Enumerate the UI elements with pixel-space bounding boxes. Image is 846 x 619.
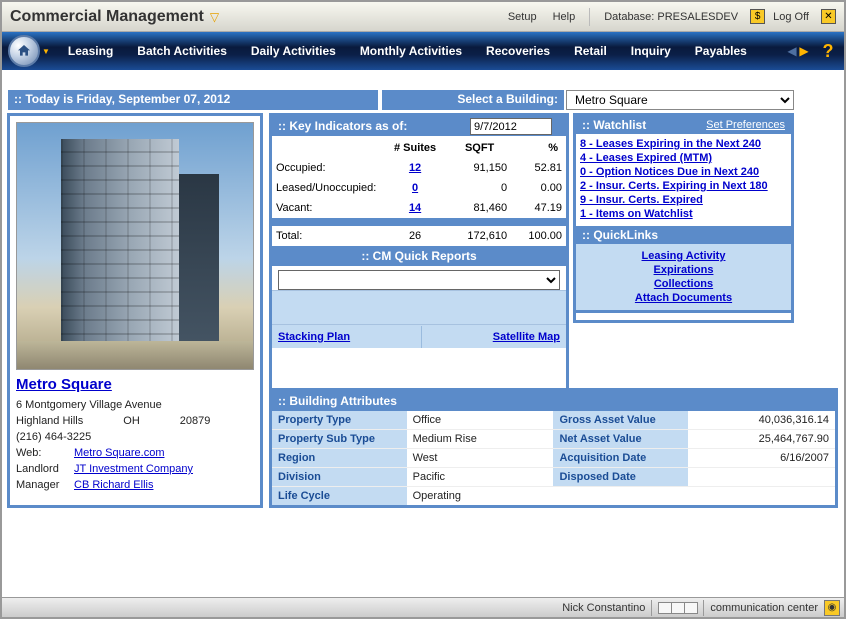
web-link[interactable]: Metro Square.com bbox=[74, 445, 164, 461]
manager-label: Manager bbox=[16, 477, 74, 493]
main-menubar: ▼ Leasing Batch Activities Daily Activit… bbox=[2, 32, 844, 70]
stacking-plan-link[interactable]: Stacking Plan bbox=[278, 331, 350, 343]
ki-title: :: Key Indicators as of: bbox=[278, 119, 407, 133]
ql-leasing-activity[interactable]: Leasing Activity bbox=[642, 250, 726, 262]
landlord-link[interactable]: JT Investment Company bbox=[74, 461, 193, 477]
building-select[interactable]: Metro Square bbox=[566, 90, 794, 110]
menu-monthly-activities[interactable]: Monthly Activities bbox=[360, 44, 462, 58]
occupied-suites-link[interactable]: 12 bbox=[409, 162, 421, 174]
quicklinks-title: :: QuickLinks bbox=[576, 226, 791, 244]
watch-item-4[interactable]: 9 - Insur. Certs. Expired bbox=[580, 194, 703, 206]
close-icon[interactable]: ✕ bbox=[821, 9, 836, 24]
ki-row-occupied: Occupied: 12 91,150 52.81 bbox=[272, 158, 566, 178]
setup-link[interactable]: Setup bbox=[508, 11, 537, 23]
watch-item-2[interactable]: 0 - Option Notices Due in Next 240 bbox=[580, 166, 759, 178]
menu-batch-activities[interactable]: Batch Activities bbox=[137, 44, 227, 58]
address-city: Highland Hills bbox=[16, 413, 83, 429]
watch-item-1[interactable]: 4 - Leases Expired (MTM) bbox=[580, 152, 712, 164]
ql-collections[interactable]: Collections bbox=[654, 278, 713, 290]
col-pct: % bbox=[511, 136, 566, 158]
building-summary-panel: Metro Square 6 Montgomery Village Avenue… bbox=[7, 113, 263, 508]
logoff-link[interactable]: Log Off bbox=[773, 11, 809, 23]
app-header: Commercial Management ▽ Setup Help Datab… bbox=[2, 2, 844, 32]
home-dropdown-icon[interactable]: ▼ bbox=[42, 47, 50, 56]
menu-leasing[interactable]: Leasing bbox=[68, 44, 113, 58]
menu-recoveries[interactable]: Recoveries bbox=[486, 44, 550, 58]
menu-scroll-arrows: ◀ ▶ bbox=[786, 41, 810, 61]
building-name-link[interactable]: Metro Square bbox=[16, 376, 112, 393]
landlord-label: Landlord bbox=[16, 461, 74, 477]
app-title: Commercial Management bbox=[10, 8, 204, 26]
col-sqft: SQFT bbox=[448, 136, 511, 158]
watchlist-title: :: Watchlist bbox=[582, 118, 646, 132]
phone: (216) 464-3225 bbox=[16, 429, 254, 445]
help-icon[interactable]: ? bbox=[818, 41, 838, 61]
key-indicators-panel: :: Key Indicators as of: # Suites SQFT %… bbox=[269, 113, 569, 415]
status-user: Nick Constantino bbox=[562, 602, 645, 614]
app-title-dropdown-icon[interactable]: ▽ bbox=[210, 10, 219, 24]
status-indicator-boxes bbox=[658, 602, 697, 614]
home-button[interactable] bbox=[8, 35, 40, 67]
arrow-left-icon[interactable]: ◀ bbox=[786, 41, 798, 61]
col-suites: # Suites bbox=[382, 136, 448, 158]
watch-item-3[interactable]: 2 - Insur. Certs. Expiring in Next 180 bbox=[580, 180, 768, 192]
cm-reports-select[interactable] bbox=[278, 270, 560, 290]
leased-suites-link[interactable]: 0 bbox=[412, 182, 418, 194]
cm-reports-title: :: CM Quick Reports bbox=[272, 246, 566, 266]
ql-expirations[interactable]: Expirations bbox=[654, 264, 714, 276]
database-switch-icon[interactable]: $ bbox=[750, 9, 765, 24]
database-label: Database: PRESALESDEV bbox=[604, 11, 738, 23]
help-link[interactable]: Help bbox=[553, 11, 576, 23]
ki-row-total: Total: 26 172,610 100.00 bbox=[272, 226, 566, 246]
watch-item-0[interactable]: 8 - Leases Expiring in the Next 240 bbox=[580, 138, 761, 150]
ki-date-input[interactable] bbox=[470, 118, 552, 135]
manager-link[interactable]: CB Richard Ellis bbox=[74, 477, 153, 493]
arrow-right-icon[interactable]: ▶ bbox=[798, 41, 810, 61]
today-banner: :: Today is Friday, September 07, 2012 bbox=[8, 90, 378, 110]
menu-payables[interactable]: Payables bbox=[695, 44, 747, 58]
address-state: OH bbox=[123, 413, 140, 429]
satellite-map-link[interactable]: Satellite Map bbox=[493, 331, 560, 343]
address-zip: 20879 bbox=[180, 413, 211, 429]
status-bar: Nick Constantino communication center ◉ bbox=[2, 597, 844, 617]
watchlist-panel: :: Watchlist Set Preferences 8 - Leases … bbox=[573, 113, 794, 323]
content-area: :: Today is Friday, September 07, 2012 S… bbox=[8, 72, 838, 595]
set-preferences-link[interactable]: Set Preferences bbox=[706, 119, 785, 131]
building-image bbox=[16, 122, 254, 370]
web-label: Web: bbox=[16, 445, 74, 461]
ki-row-leased: Leased/Unoccupied: 0 0 0.00 bbox=[272, 178, 566, 198]
menu-inquiry[interactable]: Inquiry bbox=[631, 44, 671, 58]
watch-item-5[interactable]: 1 - Items on Watchlist bbox=[580, 208, 693, 220]
home-icon bbox=[16, 43, 32, 59]
ql-attach-documents[interactable]: Attach Documents bbox=[635, 292, 732, 304]
address-line1: 6 Montgomery Village Avenue bbox=[16, 397, 254, 413]
building-attributes-panel: :: Building Attributes Property Type Off… bbox=[269, 388, 838, 508]
ki-row-vacant: Vacant: 14 81,460 47.19 bbox=[272, 198, 566, 218]
communication-center-label[interactable]: communication center bbox=[710, 602, 818, 614]
communication-center-icon[interactable]: ◉ bbox=[824, 600, 840, 616]
attr-title: :: Building Attributes bbox=[272, 391, 835, 411]
select-building-label: Select a Building: bbox=[382, 90, 564, 110]
vacant-suites-link[interactable]: 14 bbox=[409, 202, 421, 214]
menu-daily-activities[interactable]: Daily Activities bbox=[251, 44, 336, 58]
menu-retail[interactable]: Retail bbox=[574, 44, 607, 58]
